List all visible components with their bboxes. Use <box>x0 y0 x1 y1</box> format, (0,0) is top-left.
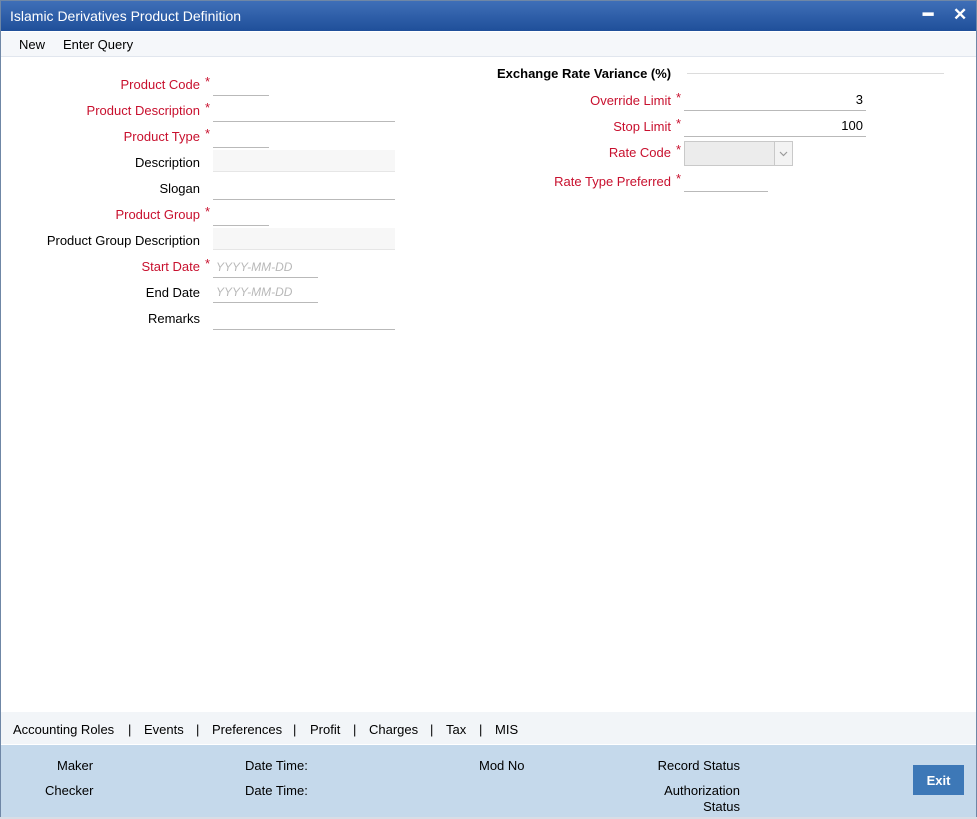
tab-separator: | <box>479 722 483 737</box>
product-group-required: * <box>205 204 211 219</box>
remarks-label: Remarks <box>147 311 200 326</box>
tab-separator: | <box>128 722 132 737</box>
rate-code-required: * <box>676 142 682 157</box>
rate-type-preferred-input[interactable] <box>684 170 768 192</box>
audit-footer: Maker Checker Date Time: Date Time: Mod … <box>1 745 976 818</box>
override-limit-required: * <box>676 90 682 105</box>
tab-separator: | <box>353 722 357 737</box>
rate-type-preferred-required: * <box>676 171 682 186</box>
tab-accounting-roles[interactable]: Accounting Roles <box>13 722 114 737</box>
tab-separator: | <box>430 722 434 737</box>
slogan-input[interactable] <box>213 178 395 200</box>
record-status-label: Record Status <box>657 758 740 773</box>
section-divider <box>687 73 944 74</box>
product-definition-window: Islamic Derivatives Product Definition ━… <box>0 0 977 819</box>
product-type-input[interactable] <box>213 126 269 148</box>
title-bar: Islamic Derivatives Product Definition ━… <box>1 1 976 31</box>
maker-label: Maker <box>57 758 94 773</box>
subscreen-tabs: Accounting Roles | Events | Preferences … <box>1 712 976 744</box>
menu-new[interactable]: New <box>19 37 45 52</box>
product-description-required: * <box>205 100 211 115</box>
mod-no-label: Mod No <box>479 758 525 773</box>
end-date-label: End Date <box>145 285 200 300</box>
tab-charges[interactable]: Charges <box>369 722 418 737</box>
menu-enter-query[interactable]: Enter Query <box>63 37 133 52</box>
slogan-label: Slogan <box>159 181 200 196</box>
override-limit-input[interactable] <box>684 89 866 111</box>
exchange-rate-variance-heading: Exchange Rate Variance (%) <box>497 66 672 81</box>
stop-limit-input[interactable] <box>684 115 866 137</box>
override-limit-label: Override Limit <box>590 93 671 108</box>
rate-code-select[interactable] <box>684 141 793 166</box>
rate-code-label: Rate Code <box>608 145 671 160</box>
menu-bar: New Enter Query <box>1 32 976 57</box>
maker-date-time-label: Date Time: <box>245 758 308 773</box>
remarks-input[interactable] <box>213 308 395 330</box>
stop-limit-required: * <box>676 116 682 131</box>
start-date-label: Start Date <box>141 259 200 274</box>
stop-limit-label: Stop Limit <box>613 119 671 134</box>
tab-preferences[interactable]: Preferences <box>212 722 282 737</box>
product-group-label: Product Group <box>115 207 200 222</box>
product-group-input[interactable] <box>213 204 269 226</box>
checker-label: Checker <box>45 783 94 798</box>
description-label: Description <box>134 155 200 170</box>
product-code-label: Product Code <box>120 77 201 92</box>
rate-type-preferred-label: Rate Type Preferred <box>554 174 671 189</box>
tab-separator: | <box>293 722 297 737</box>
authorization-status-label-line1: Authorization <box>664 783 740 798</box>
description-input <box>213 150 395 172</box>
tab-profit[interactable]: Profit <box>310 722 340 737</box>
start-date-required: * <box>205 256 211 271</box>
product-type-required: * <box>205 126 211 141</box>
product-group-description-label: Product Group Description <box>46 233 200 248</box>
checker-date-time-label: Date Time: <box>245 783 308 798</box>
tab-mis[interactable]: MIS <box>495 722 518 737</box>
product-description-label: Product Description <box>86 103 200 118</box>
end-date-input[interactable] <box>213 281 318 303</box>
product-code-required: * <box>205 74 211 89</box>
product-type-label: Product Type <box>123 129 200 144</box>
product-group-description-input <box>213 228 395 250</box>
start-date-input[interactable] <box>213 256 318 278</box>
tab-events[interactable]: Events <box>144 722 184 737</box>
close-icon[interactable]: ✕ <box>953 5 967 25</box>
product-code-input[interactable] <box>213 74 269 96</box>
chevron-down-icon[interactable] <box>774 142 792 165</box>
product-description-input[interactable] <box>213 100 395 122</box>
tab-separator: | <box>196 722 200 737</box>
minimize-icon[interactable]: ━ <box>923 5 933 25</box>
exit-button[interactable]: Exit <box>913 765 964 795</box>
authorization-status-label-line2: Status <box>703 799 740 814</box>
window-title: Islamic Derivatives Product Definition <box>10 8 242 24</box>
tab-tax[interactable]: Tax <box>446 722 466 737</box>
